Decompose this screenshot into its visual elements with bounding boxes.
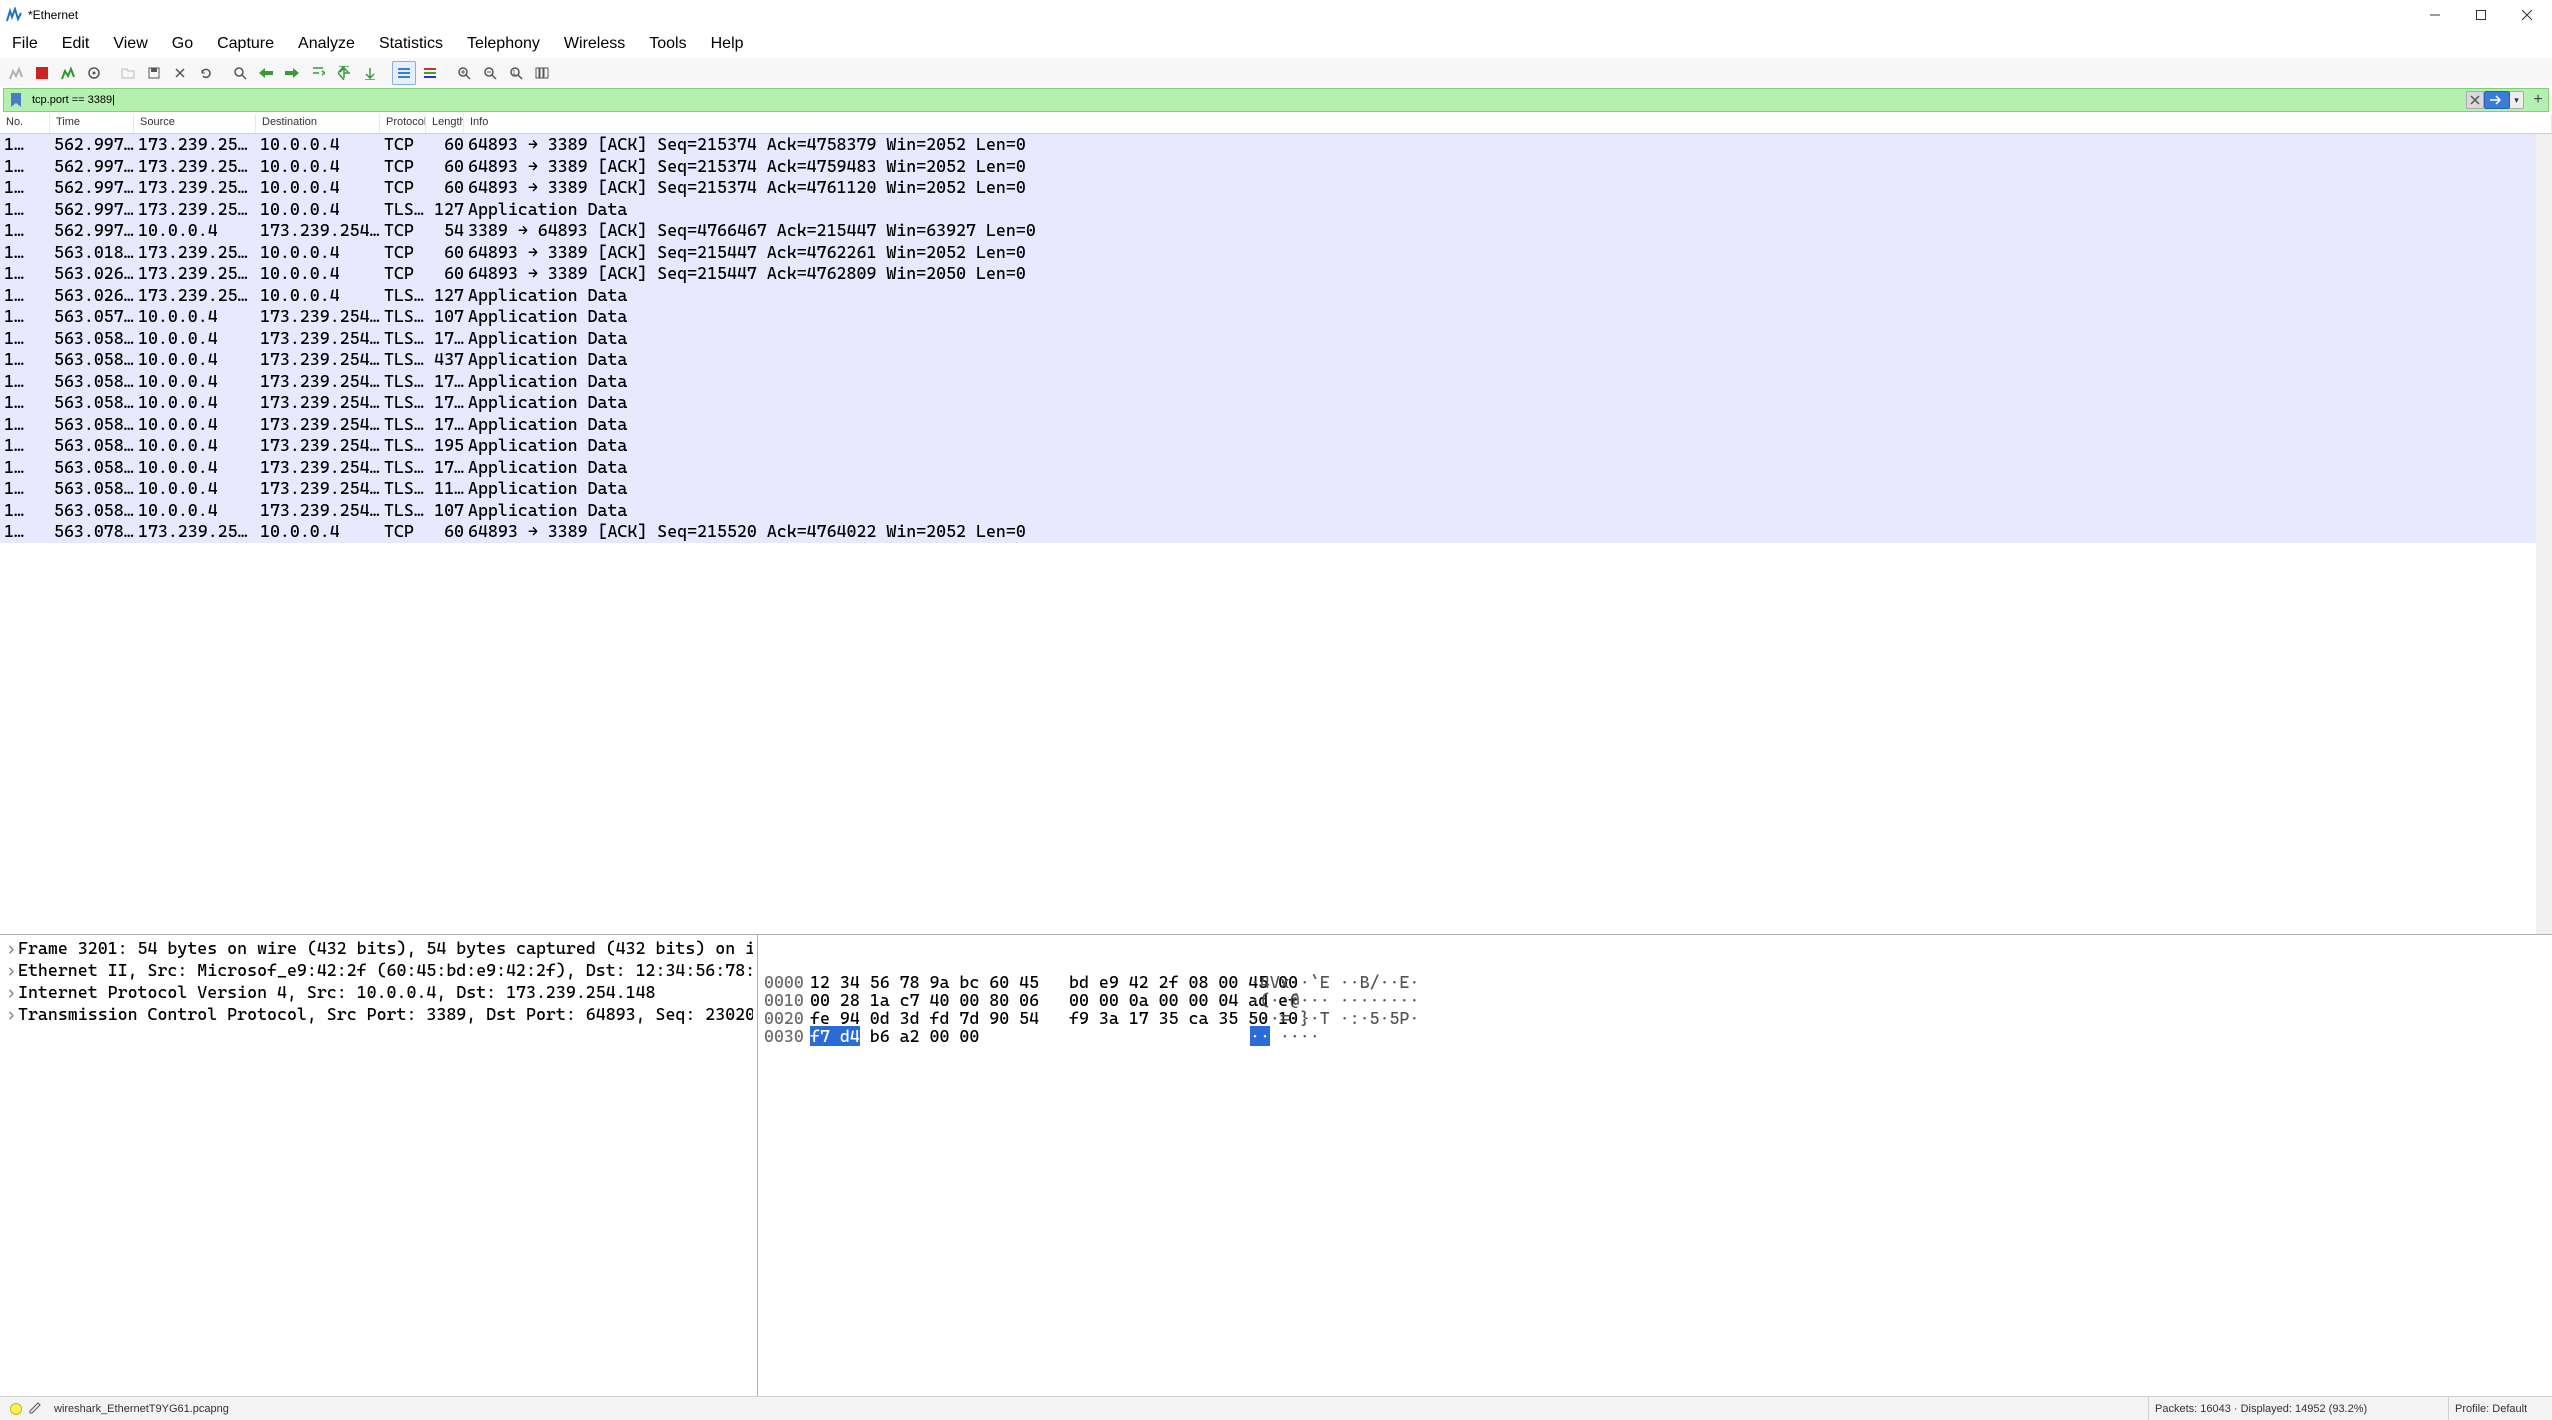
expand-icon[interactable]: ›: [4, 1003, 18, 1025]
packet-row[interactable]: 1…563.026…173.239.254.…10.0.0.4TLS…127 A…: [0, 285, 2552, 307]
column-source[interactable]: Source: [134, 114, 256, 133]
wireshark-icon: [6, 7, 22, 23]
filter-history-dropdown[interactable]: ▾: [2510, 91, 2524, 109]
packet-row[interactable]: 1…562.997…173.239.254.…10.0.0.4TLS…127 A…: [0, 199, 2552, 221]
bottom-panes: ›Frame 3201: 54 bytes on wire (432 bits)…: [0, 934, 2552, 1396]
status-bar: wireshark_EthernetT9YG61.pcapng Packets:…: [0, 1396, 2552, 1420]
save-file-button[interactable]: [142, 61, 166, 85]
packet-row[interactable]: 1…563.018…173.239.254.…10.0.0.4TCP60 648…: [0, 242, 2552, 264]
resize-columns-button[interactable]: [530, 61, 554, 85]
details-row: ›Ethernet II, Src: Microsof_e9:42:2f (60…: [4, 959, 753, 981]
colorize-button[interactable]: [418, 61, 442, 85]
go-forward-button[interactable]: [280, 61, 304, 85]
packet-row[interactable]: 1…563.058…10.0.0.4173.239.254.…TLS…17… A…: [0, 457, 2552, 479]
packet-count-status: Packets: 16043 · Displayed: 14952 (93.2%…: [2148, 1397, 2448, 1420]
expand-icon[interactable]: ›: [4, 981, 18, 1003]
close-button[interactable]: [2504, 0, 2550, 30]
packet-row[interactable]: 1…563.058…10.0.0.4173.239.254.…TLS…17… A…: [0, 328, 2552, 350]
packet-bytes-pane[interactable]: 000012 34 56 78 9a bc 60 45 bd e9 42 2f …: [758, 935, 2552, 1396]
expand-icon[interactable]: ›: [4, 959, 18, 981]
maximize-button[interactable]: [2458, 0, 2504, 30]
packet-details-pane[interactable]: ›Frame 3201: 54 bytes on wire (432 bits)…: [0, 935, 758, 1396]
details-row: ›Transmission Control Protocol, Src Port…: [4, 1003, 753, 1025]
packet-row[interactable]: 1…563.058…10.0.0.4173.239.254.…TLS…17… A…: [0, 414, 2552, 436]
add-filter-button[interactable]: +: [2528, 90, 2548, 110]
packet-row[interactable]: 1…562.997…173.239.254.…10.0.0.4TCP60 648…: [0, 156, 2552, 178]
packet-list-scrollbar[interactable]: [2536, 134, 2552, 934]
profile-status[interactable]: Profile: Default: [2448, 1397, 2548, 1420]
zoom-in-button[interactable]: [452, 61, 476, 85]
menu-analyze[interactable]: Analyze: [286, 31, 367, 57]
restart-capture-button[interactable]: [56, 61, 80, 85]
packet-row[interactable]: 1…562.997…173.239.254.…10.0.0.4TCP60 648…: [0, 177, 2552, 199]
last-packet-button[interactable]: [358, 61, 382, 85]
packet-row[interactable]: 1…563.058…10.0.0.4173.239.254.…TLS…195 A…: [0, 435, 2552, 457]
find-packet-button[interactable]: [228, 61, 252, 85]
column-destination[interactable]: Destination: [256, 114, 380, 133]
clear-filter-button[interactable]: [2466, 91, 2484, 109]
expert-info-icon[interactable]: [10, 1403, 22, 1415]
goto-packet-button[interactable]: [306, 61, 330, 85]
start-capture-button[interactable]: [4, 61, 28, 85]
packet-row[interactable]: 1…563.058…10.0.0.4173.239.254.…TLS…17… A…: [0, 392, 2552, 414]
packet-row[interactable]: 1…563.058…10.0.0.4173.239.254.…TLS…11… A…: [0, 478, 2552, 500]
capture-options-button[interactable]: [82, 61, 106, 85]
menu-view[interactable]: View: [101, 31, 159, 57]
packet-row[interactable]: 1…563.078…173.239.254.…10.0.0.4TCP60 648…: [0, 521, 2552, 543]
column-info[interactable]: Info: [464, 114, 2552, 133]
titlebar: *Ethernet: [0, 0, 2552, 30]
expand-icon[interactable]: ›: [4, 937, 18, 959]
close-file-button[interactable]: [168, 61, 192, 85]
hex-line[interactable]: 001000 28 1a c7 40 00 80 06 00 00 0a 00 …: [764, 991, 2546, 1009]
packet-row[interactable]: 1…563.058…10.0.0.4173.239.254.…TLS…17… A…: [0, 371, 2552, 393]
column-time[interactable]: Time: [50, 114, 134, 133]
menu-capture[interactable]: Capture: [205, 31, 286, 57]
menu-tools[interactable]: Tools: [637, 31, 698, 57]
auto-scroll-button[interactable]: [392, 61, 416, 85]
stop-capture-button[interactable]: [30, 61, 54, 85]
open-file-button[interactable]: [116, 61, 140, 85]
window-title: *Ethernet: [28, 8, 78, 22]
packet-list-header: No. Time Source Destination Protocol Len…: [0, 114, 2552, 134]
packet-row[interactable]: 1…563.026…173.239.254.…10.0.0.4TCP60 648…: [0, 263, 2552, 285]
column-no[interactable]: No.: [0, 114, 50, 133]
packet-row[interactable]: 1…563.058…10.0.0.4173.239.254.…TLS…437 A…: [0, 349, 2552, 371]
zoom-out-button[interactable]: [478, 61, 502, 85]
column-length[interactable]: Length: [426, 114, 464, 133]
capture-file-name: wireshark_EthernetT9YG61.pcapng: [54, 1403, 229, 1415]
menubar: File Edit View Go Capture Analyze Statis…: [0, 30, 2552, 58]
apply-filter-button[interactable]: [2484, 91, 2510, 109]
menu-file[interactable]: File: [4, 31, 50, 57]
go-back-button[interactable]: [254, 61, 278, 85]
menu-wireless[interactable]: Wireless: [552, 31, 637, 57]
packet-row[interactable]: 1…563.057…10.0.0.4173.239.254.…TLS…107 A…: [0, 306, 2552, 328]
hex-line[interactable]: 0020fe 94 0d 3d fd 7d 90 54 f9 3a 17 35 …: [764, 1009, 2546, 1027]
packet-row[interactable]: 1…563.058…10.0.0.4173.239.254.…TLS…107 A…: [0, 500, 2552, 522]
packet-list[interactable]: 1…562.997…173.239.254.…10.0.0.4TCP60 648…: [0, 134, 2552, 934]
details-row: ›Internet Protocol Version 4, Src: 10.0.…: [4, 981, 753, 1003]
svg-text:1: 1: [512, 70, 516, 77]
menu-telephony[interactable]: Telephony: [455, 31, 552, 57]
display-filter-bar: ▾ +: [3, 88, 2549, 112]
menu-statistics[interactable]: Statistics: [367, 31, 455, 57]
hex-line[interactable]: 0030f7 d4 b6 a2 00 00·· ····: [764, 1027, 2546, 1045]
minimize-button[interactable]: [2412, 0, 2458, 30]
packet-row[interactable]: 1…562.997…10.0.0.4173.239.254.…TCP54 338…: [0, 220, 2552, 242]
hex-line[interactable]: 000012 34 56 78 9a bc 60 45 bd e9 42 2f …: [764, 973, 2546, 991]
first-packet-button[interactable]: [332, 61, 356, 85]
menu-edit[interactable]: Edit: [50, 31, 102, 57]
main-toolbar: 1: [0, 58, 2552, 86]
zoom-reset-button[interactable]: 1: [504, 61, 528, 85]
packet-row[interactable]: 1…562.997…173.239.254.…10.0.0.4TCP60 648…: [0, 134, 2552, 156]
menu-go[interactable]: Go: [160, 31, 205, 57]
edit-capture-comment-icon[interactable]: [28, 1401, 44, 1417]
display-filter-input[interactable]: [26, 94, 2466, 106]
reload-button[interactable]: [194, 61, 218, 85]
menu-help[interactable]: Help: [699, 31, 756, 57]
details-row: ›Frame 3201: 54 bytes on wire (432 bits)…: [4, 937, 753, 959]
bookmark-icon[interactable]: [8, 92, 24, 108]
column-protocol[interactable]: Protocol: [380, 114, 426, 133]
